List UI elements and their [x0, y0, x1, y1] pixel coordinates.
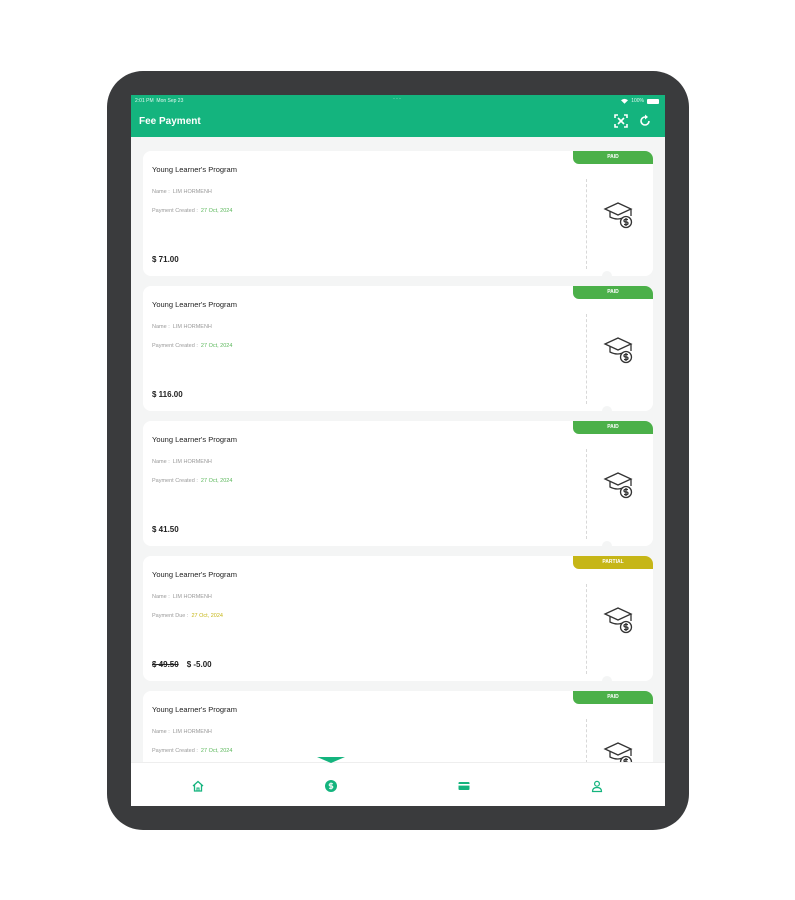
student-name-row: Name : LIM HORMENH	[152, 729, 212, 735]
graduation-cap-dollar-icon	[603, 337, 633, 364]
profile-icon[interactable]	[590, 779, 604, 793]
payment-date-row: Payment Created : 27 Oct, 2024	[152, 478, 233, 484]
graduation-cap-dollar-icon	[603, 742, 633, 762]
payment-due-date: 27 Oct, 2024	[191, 613, 223, 619]
payment-date: 27 Oct, 2024	[200, 748, 233, 754]
card-divider	[586, 179, 587, 269]
qr-scan-icon[interactable]	[613, 113, 629, 129]
student-name: LIM HORMENH	[172, 459, 212, 465]
fee-payment-icon[interactable]	[324, 779, 338, 793]
student-name: LIM HORMENH	[172, 189, 212, 195]
program-name: Young Learner's Program	[152, 705, 237, 714]
status-time-date: 2:01 PM Mon Sep 23	[135, 98, 184, 104]
program-name: Young Learner's Program	[152, 435, 237, 444]
home-icon[interactable]	[191, 779, 205, 793]
program-name: Young Learner's Program	[152, 300, 237, 309]
payment-amount: $ 71.00	[152, 255, 179, 264]
card-notch	[602, 676, 612, 681]
page-title: Fee Payment	[139, 116, 201, 127]
payment-date: 27 Oct, 2024	[200, 478, 233, 484]
payment-date-row: Payment Created : 27 Oct, 2024	[152, 343, 233, 349]
bottom-navigation	[131, 757, 665, 806]
payment-date: 27 Oct, 2024	[200, 208, 233, 214]
status-badge: PAID	[573, 421, 653, 434]
card-notch	[602, 406, 612, 411]
remaining-amount: $ -5.00	[186, 660, 212, 669]
status-badge: PARTIAL	[573, 556, 653, 569]
card-notch	[602, 541, 612, 546]
battery-percent: 100%	[631, 98, 644, 104]
student-name-row: Name : LIM HORMENH	[152, 459, 212, 465]
original-amount: $ 49.50	[152, 660, 179, 669]
payment-card[interactable]: PAID Young Learner's Program Name : LIM …	[143, 421, 653, 546]
payment-card[interactable]: PAID Young Learner's Program Name : LIM …	[143, 151, 653, 276]
status-badge: PAID	[573, 286, 653, 299]
payment-date: 27 Oct, 2024	[200, 343, 233, 349]
status-badge: PAID	[573, 151, 653, 164]
payment-card[interactable]: PARTIAL Young Learner's Program Name : L…	[143, 556, 653, 681]
graduation-cap-dollar-icon	[603, 607, 633, 634]
student-name: LIM HORMENH	[172, 324, 212, 330]
payment-due-row: Payment Due : 27 Oct, 2024	[152, 613, 223, 619]
battery-icon	[647, 98, 659, 104]
card-icon[interactable]	[457, 779, 471, 793]
card-divider	[586, 314, 587, 404]
payment-amount: $ 41.50	[152, 525, 179, 534]
student-name-row: Name : LIM HORMENH	[152, 324, 212, 330]
student-name-row: Name : LIM HORMENH	[152, 189, 212, 195]
app-bar: Fee Payment	[131, 107, 665, 137]
payment-amount: $ 49.50 $ -5.00	[152, 660, 212, 669]
payment-card[interactable]: PAID Young Learner's Program Name : LIM …	[143, 691, 653, 762]
card-divider	[586, 584, 587, 674]
card-divider	[586, 449, 587, 539]
card-divider	[586, 719, 587, 762]
payment-card[interactable]: PAID Young Learner's Program Name : LIM …	[143, 286, 653, 411]
program-name: Young Learner's Program	[152, 570, 237, 579]
card-notch	[602, 271, 612, 276]
payment-date-row: Payment Created : 27 Oct, 2024	[152, 748, 233, 754]
status-badge: PAID	[573, 691, 653, 704]
student-name: LIM HORMENH	[172, 729, 212, 735]
payment-date-row: Payment Created : 27 Oct, 2024	[152, 208, 233, 214]
payment-list[interactable]: PAID Young Learner's Program Name : LIM …	[131, 137, 665, 762]
graduation-cap-dollar-icon	[603, 202, 633, 229]
wifi-icon	[621, 98, 629, 104]
student-name: LIM HORMENH	[172, 594, 212, 600]
status-bar: 2:01 PM Mon Sep 23 ··· 100%	[131, 95, 665, 107]
program-name: Young Learner's Program	[152, 165, 237, 174]
multitask-dots[interactable]: ···	[393, 96, 402, 102]
payment-amount: $ 116.00	[152, 390, 183, 399]
student-name-row: Name : LIM HORMENH	[152, 594, 212, 600]
app-screen: 2:01 PM Mon Sep 23 ··· 100% Fee Payment …	[131, 95, 665, 806]
status-right: 100%	[621, 98, 659, 104]
graduation-cap-dollar-icon	[603, 472, 633, 499]
refresh-icon[interactable]	[637, 113, 653, 129]
